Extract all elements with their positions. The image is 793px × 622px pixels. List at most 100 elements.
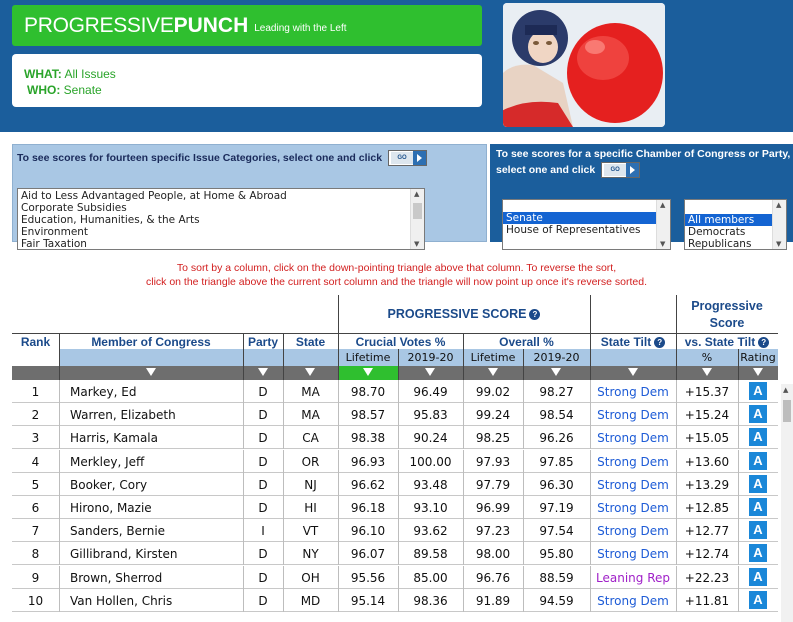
scroll-up-icon[interactable]: ▲: [776, 201, 781, 209]
overall-period-cell: 97.54: [539, 524, 574, 539]
vs-state-tilt-cell: +13.60: [684, 454, 730, 469]
logo-tagline: Leading with the Left: [254, 23, 347, 34]
site-logo[interactable]: PROGRESSIVE PUNCH Leading with the Left: [12, 5, 482, 46]
rank-cell: 10: [27, 593, 44, 608]
member-name-cell[interactable]: Hirono, Mazie: [70, 501, 243, 515]
member-name-cell[interactable]: Harris, Kamala: [70, 431, 243, 445]
row-divider: [283, 542, 284, 566]
row-divider: [283, 380, 284, 403]
help-icon[interactable]: ?: [654, 337, 666, 348]
rank-cell: 5: [31, 477, 40, 492]
state-cell: MA: [301, 408, 320, 423]
row-divider: [338, 403, 339, 427]
sort-member-icon[interactable]: [146, 368, 156, 376]
site-header: PROGRESSIVE PUNCH Leading with the Left WH…: [0, 0, 793, 132]
state-cell: OH: [301, 570, 320, 585]
row-divider: [463, 403, 464, 427]
issue-option[interactable]: Aid to Less Advantaged People, at Home &…: [18, 190, 424, 202]
row-divider: [59, 449, 60, 473]
row-divider: [338, 426, 339, 450]
sort-crucial-period-icon[interactable]: [425, 368, 435, 376]
sort-state-tilt-icon[interactable]: [628, 368, 638, 376]
col-state-tilt-label: State Tilt: [600, 335, 652, 349]
chamber-list-scrollbar[interactable]: ▲ ▼: [656, 200, 670, 249]
scroll-thumb[interactable]: [413, 203, 422, 219]
issue-category-list[interactable]: Aid to Less Advantaged People, at Home &…: [17, 188, 425, 250]
overall-period-cell: 97.19: [539, 501, 574, 515]
row-divider: [738, 380, 739, 403]
scroll-down-icon[interactable]: ▼: [660, 240, 665, 248]
member-name-cell[interactable]: Warren, Elizabeth: [70, 408, 243, 422]
row-divider: [243, 542, 244, 566]
sort-party-icon[interactable]: [258, 368, 268, 376]
chamber-go-button[interactable]: GO: [601, 162, 641, 178]
state-tilt-cell: Strong Dem: [597, 593, 669, 608]
row-divider: [590, 519, 591, 543]
col-divider: [338, 295, 339, 380]
row-divider: [738, 472, 739, 496]
member-name-cell[interactable]: Van Hollen, Chris: [70, 594, 243, 608]
member-name-cell[interactable]: Markey, Ed: [70, 385, 243, 399]
row-divider: [59, 380, 60, 403]
scroll-down-icon[interactable]: ▼: [414, 240, 419, 248]
row-divider: [338, 519, 339, 543]
row-divider: [463, 496, 464, 519]
crucial-period-cell: 90.24: [413, 431, 448, 446]
issue-option[interactable]: Fair Taxation: [18, 238, 424, 249]
scroll-up-icon[interactable]: ▲: [783, 386, 788, 394]
state-tilt-cell: Strong Dem: [597, 431, 669, 446]
col-divider: [243, 333, 244, 380]
sort-overall-lifetime-icon[interactable]: [488, 368, 498, 376]
boxer-illustration: [503, 3, 665, 127]
member-name-cell[interactable]: Merkley, Jeff: [70, 455, 243, 469]
row-divider: [738, 496, 739, 519]
chamber-option-selected[interactable]: Senate: [503, 212, 670, 224]
member-list-scrollbar[interactable]: ▲ ▼: [772, 200, 786, 249]
help-icon[interactable]: ?: [758, 337, 770, 348]
chamber-list[interactable]: Senate House of Representatives ▲ ▼: [502, 199, 671, 250]
member-option-selected[interactable]: All members: [685, 214, 786, 226]
issue-option[interactable]: Corporate Subsidies: [18, 202, 424, 214]
sort-state-icon[interactable]: [305, 368, 315, 376]
issue-option[interactable]: Education, Humanities, & the Arts: [18, 214, 424, 226]
issue-list-scrollbar[interactable]: ▲ ▼: [410, 189, 424, 249]
member-name-cell[interactable]: Gillibrand, Kirsten: [70, 547, 243, 561]
issue-option[interactable]: Environment: [18, 226, 424, 238]
state-cell: CA: [302, 431, 319, 446]
member-option[interactable]: Republicans: [685, 238, 786, 249]
sort-crucial-lifetime-icon[interactable]: [363, 368, 373, 376]
help-icon[interactable]: ?: [529, 309, 541, 320]
issue-go-button[interactable]: GO: [388, 150, 428, 166]
row-divider: [338, 542, 339, 566]
member-name-cell[interactable]: Brown, Sherrod: [70, 571, 243, 585]
table-row: 5 Booker, Cory D NJ 96.62 93.48 97.79 96.30 Stro…: [12, 472, 778, 496]
row-divider: [738, 565, 739, 589]
overall-lifetime-cell: 97.23: [475, 524, 511, 539]
row-divider: [590, 565, 591, 589]
scroll-down-icon[interactable]: ▼: [776, 240, 781, 248]
row-divider: [283, 565, 284, 589]
scroll-up-icon[interactable]: ▲: [660, 201, 665, 209]
sort-rating-icon[interactable]: [753, 368, 763, 376]
member-option[interactable]: Democrats: [685, 226, 786, 238]
issue-selector-prompt: To see scores for fourteen specific Issu…: [17, 151, 383, 164]
crucial-period-cell: 93.48: [413, 477, 448, 492]
scroll-up-icon[interactable]: ▲: [414, 190, 419, 198]
member-filter-list[interactable]: All members Democrats Republicans ▲ ▼: [684, 199, 787, 250]
overall-lifetime-cell: 99.02: [475, 385, 511, 399]
crucial-lifetime-cell: 96.18: [350, 501, 386, 515]
vs-state-tilt-cell: +15.37: [684, 385, 730, 399]
member-name-cell[interactable]: Sanders, Bernie: [70, 524, 243, 538]
sort-overall-period-icon[interactable]: [551, 368, 561, 376]
issue-selector-panel: To see scores for fourteen specific Issu…: [12, 144, 487, 250]
member-name-cell[interactable]: Booker, Cory: [70, 478, 243, 492]
overall-lifetime-cell: 91.89: [475, 593, 511, 608]
sort-vs-pct-icon[interactable]: [702, 368, 712, 376]
page-scrollbar[interactable]: ▲: [781, 384, 793, 622]
overall-lifetime-cell: 99.24: [475, 408, 511, 423]
state-tilt-cell: Strong Dem: [597, 454, 669, 469]
chamber-option[interactable]: House of Representatives: [503, 224, 670, 236]
state-tilt-cell: Leaning Rep: [596, 570, 670, 585]
row-divider: [338, 565, 339, 589]
scroll-thumb[interactable]: [783, 400, 791, 422]
